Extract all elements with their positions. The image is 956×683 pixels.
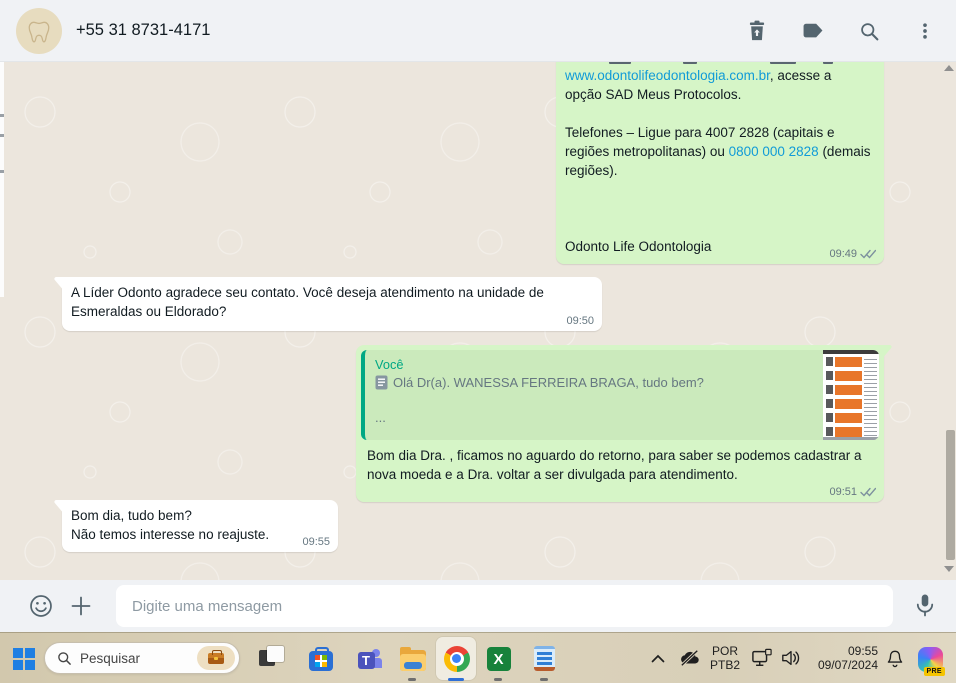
tray-notifications[interactable] [884,647,906,669]
cloud-slash-icon [680,649,699,667]
message-bubble-outgoing[interactable]: Você Olá Dr(a). WANESSA FERREIRA BRAGA, … [356,345,892,502]
tray-time: 09:55 [847,644,878,658]
message-composer [0,580,956,632]
taskbar-task-view[interactable] [259,645,286,672]
briefcase-icon [208,649,224,664]
trash-icon [749,20,765,41]
message-time: 09:49 [829,248,857,260]
message-bubble-incoming[interactable]: Bom dia, tudo bem? Não temos interesse n… [54,500,338,552]
taskbar-chrome[interactable] [443,645,470,672]
quote-text: Olá Dr(a). WANESSA FERREIRA BRAGA, tudo … [393,375,704,390]
quote-body: Você Olá Dr(a). WANESSA FERREIRA BRAGA, … [365,350,823,440]
chat-header: +55 31 8731-4171 [0,0,956,62]
copilot-icon: PRE [917,646,945,676]
taskbar-microsoft-store[interactable] [307,645,334,672]
search-icon [860,22,878,40]
chat-menu-button[interactable] [908,14,942,48]
attach-button[interactable] [64,589,98,623]
message-time: 09:50 [566,315,594,327]
bubble-tail [884,345,892,357]
bell-icon [887,650,903,667]
window-edge-artifact [0,62,4,297]
scrollbar-thumb[interactable] [946,430,955,560]
link-website[interactable]: www.odontolifeodontologia.com.br [565,68,770,83]
store-icon [308,647,333,671]
message-text: Bom dia Dra. , ficamos no aguardo do ret… [367,448,862,482]
taskbar-excel[interactable] [485,645,512,672]
message-meta: 09:49 [829,248,876,260]
excel-icon [486,647,511,671]
search-icon [58,651,71,665]
tray-status-muted[interactable] [678,646,702,670]
search-in-chat-button[interactable] [852,14,886,48]
scrollbar-down-arrow[interactable] [944,566,954,572]
taskbar-teams[interactable]: T [355,645,382,672]
delivered-double-check-icon [860,487,876,497]
chevron-up-icon [651,654,665,662]
contact-phone-title[interactable]: +55 31 8731-4171 [76,21,210,40]
chrome-icon [443,645,470,672]
scrollbar-up-arrow[interactable] [944,65,954,71]
search-highlight-chip[interactable] [197,646,235,670]
header-actions [740,0,942,62]
tray-overflow-chevron[interactable] [648,650,668,666]
voice-message-button[interactable] [908,589,942,623]
tray-clock[interactable]: 09:55 09/07/2024 [798,644,878,672]
bubble-tail [54,277,62,289]
tray-language-indicator[interactable]: POR PTB2 [706,644,744,672]
microphone-icon [916,594,934,617]
ethernet-monitor-icon [752,648,772,666]
clipped-text-line [565,62,875,66]
message-meta: 09:51 [829,486,876,498]
label-chat-button[interactable] [796,14,830,48]
quoted-message[interactable]: Você Olá Dr(a). WANESSA FERREIRA BRAGA, … [361,350,879,440]
tray-network[interactable] [750,647,774,669]
tag-icon [803,23,823,38]
message-text: Bom dia, tudo bem? Não temos interesse n… [71,508,270,542]
taskbar-file-explorer[interactable] [399,645,426,672]
chat-area: www.odontolifeodontologia.com.br, acesse… [0,62,956,580]
emoji-smiley-icon [30,595,52,617]
start-button[interactable] [12,646,38,672]
notepad-icon [534,646,555,671]
message-time: 09:51 [829,486,857,498]
taskbar-search[interactable]: Pesquisar [44,642,240,674]
bubble-tail [54,500,62,512]
delivered-double-check-icon [860,249,876,259]
message-text: www.odontolifeodontologia.com.br, acesse… [565,68,871,254]
message-input[interactable] [116,585,893,627]
running-indicator [408,678,416,681]
tray-copilot[interactable]: PRE [915,644,945,676]
message-meta: 09:55 [302,536,330,548]
message-bubble-incoming[interactable]: A Líder Odonto agradece seu contato. Voc… [54,277,602,331]
quote-ellipsis: ... [375,410,386,425]
active-indicator [448,678,464,681]
copilot-preview-badge: PRE [923,666,945,676]
message-text: A Líder Odonto agradece seu contato. Voc… [71,285,544,319]
message-bubble-outgoing[interactable]: www.odontolifeodontologia.com.br, acesse… [556,62,884,264]
folder-icon [399,646,426,671]
search-placeholder-label: Pesquisar [80,650,141,666]
message-meta: 09:50 [566,315,594,327]
document-icon [375,375,388,390]
delete-chat-button[interactable] [740,14,774,48]
windows-taskbar: Pesquisar T X POR PTB2 09:55 09/07/2024 … [0,632,956,683]
message-time: 09:55 [302,536,330,548]
running-indicator [540,678,548,681]
tooth-logo-icon [28,21,50,43]
emoji-button[interactable] [24,589,58,623]
tray-date: 09/07/2024 [817,658,878,672]
teams-icon: T [357,648,382,671]
attachment-thumbnail[interactable] [823,350,879,440]
running-indicator [494,678,502,681]
taskbar-notepad[interactable] [531,645,558,672]
kebab-menu-icon [923,23,927,39]
plus-icon [71,596,91,616]
whatsapp-window: +55 31 8731-4171 www.odontolifeodontolog… [0,0,956,683]
contact-avatar[interactable] [16,8,62,54]
link-phone[interactable]: 0800 000 2828 [729,144,819,159]
quote-author: Você [375,357,404,372]
